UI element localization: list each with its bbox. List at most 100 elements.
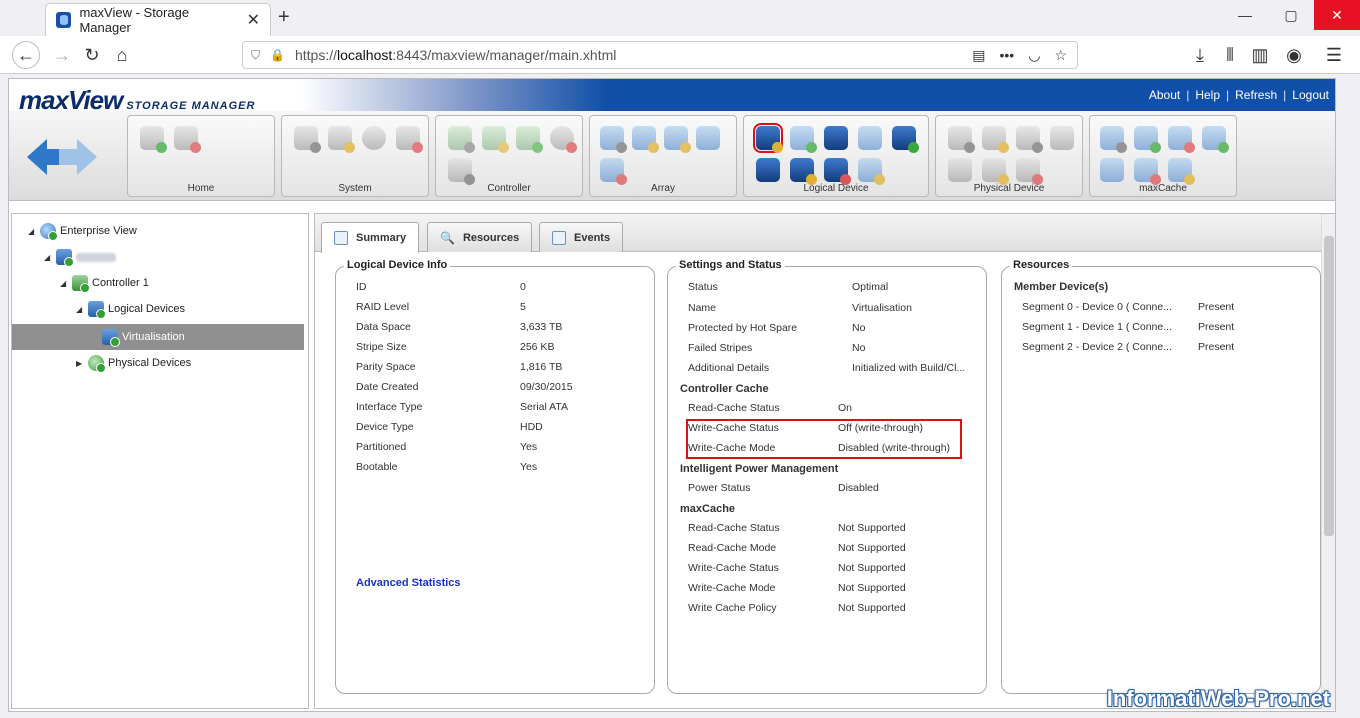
window-close-icon[interactable]: ✕ [1314, 0, 1360, 30]
about-link[interactable]: About [1149, 88, 1180, 102]
refresh-link[interactable]: Refresh [1235, 88, 1277, 102]
expanded-caret-icon[interactable]: ◢ [44, 253, 52, 262]
help-link[interactable]: Help [1195, 88, 1220, 102]
physical-device-flash-icon[interactable] [982, 158, 1009, 185]
physical-device-locate-icon[interactable] [948, 158, 972, 182]
forward-nav-icon[interactable] [59, 139, 97, 175]
group-label-array: Array [651, 183, 675, 194]
logical-device-cache-icon[interactable] [892, 126, 919, 153]
array-info-icon[interactable] [696, 126, 720, 150]
tree-node-system[interactable]: ◢ [44, 248, 116, 267]
remove-system-icon[interactable] [174, 126, 201, 153]
array-delete-icon[interactable] [600, 158, 627, 185]
url-bar[interactable]: ⛉ 🔒 https://localhost:8443/maxview/manag… [242, 41, 1078, 69]
browser-navbar: ← → ↻ ⌂ ⛉ 🔒 https://localhost:8443/maxvi… [0, 36, 1360, 74]
physical-device-power-icon[interactable] [1016, 126, 1043, 153]
system-remove-icon[interactable] [328, 126, 355, 153]
document-icon [334, 231, 348, 245]
add-system-icon[interactable] [140, 126, 167, 153]
maxcache-power-icon[interactable] [1168, 158, 1195, 185]
reader-view-icon[interactable]: ▤ [972, 47, 985, 64]
array-edit-icon[interactable] [664, 126, 691, 153]
logout-link[interactable]: Logout [1292, 88, 1329, 102]
tab-resources[interactable]: 🔍 Resources [427, 222, 533, 252]
physical-device-info-icon[interactable] [1050, 126, 1074, 150]
tree-node-physical-devices[interactable]: ▶ Physical Devices [76, 354, 191, 373]
panel-logical-device-info: Logical Device Info ID 0 RAID Level 5 Data… [335, 259, 655, 694]
search-icon: 🔍 [440, 230, 455, 245]
logical-device-expand-icon[interactable] [824, 126, 848, 150]
tab-events[interactable]: Events [539, 222, 624, 252]
logical-device-delete-icon[interactable] [824, 158, 851, 185]
controller-lock-icon[interactable] [448, 158, 475, 185]
home-icon[interactable]: ⌂ [108, 41, 136, 69]
minimize-icon[interactable]: — [1222, 0, 1268, 30]
sidebar-icon[interactable]: ▥ [1246, 41, 1274, 69]
ribbon-toolbar: Home System Controller Array Logical Dev… [9, 111, 1335, 201]
logical-devices-icon [88, 301, 106, 319]
tree-node-enterprise-view[interactable]: ◢ Enterprise View [28, 222, 137, 241]
maxcache-info-icon[interactable] [1202, 126, 1229, 153]
expanded-caret-icon[interactable]: ◢ [76, 305, 84, 314]
download-icon[interactable]: ⤓ [1186, 41, 1214, 69]
logical-device-copy-icon[interactable] [858, 126, 882, 150]
maxcache-search-icon[interactable] [1100, 158, 1124, 182]
maxcache-add-icon[interactable] [1134, 126, 1161, 153]
forward-arrow-icon[interactable]: → [48, 41, 76, 69]
back-nav-icon[interactable] [27, 139, 63, 175]
app-banner: maxView STORAGE MANAGER About | Help | Refr… [9, 79, 1335, 115]
ipm-heading: Intelligent Power Management [680, 463, 839, 475]
top-links: About | Help | Refresh | Logout [1148, 88, 1329, 102]
maximize-icon[interactable]: ▢ [1268, 0, 1314, 30]
logical-device-settings-icon[interactable] [753, 123, 783, 153]
account-icon[interactable]: ◉ [1280, 41, 1308, 69]
controller-remove-icon[interactable] [482, 126, 509, 153]
physical-device-settings-icon[interactable] [948, 126, 975, 153]
new-tab-icon[interactable]: + [278, 6, 290, 29]
more-actions-icon[interactable]: ••• [1000, 47, 1015, 64]
collapsed-caret-icon[interactable]: ▶ [76, 359, 84, 368]
group-label-home: Home [187, 183, 215, 194]
tree-node-logical-devices[interactable]: ◢ Logical Devices [76, 300, 185, 319]
menu-icon[interactable]: ☰ [1320, 41, 1348, 69]
maxview-app: maxView STORAGE MANAGER About | Help | Refr… [8, 78, 1336, 712]
controller-settings-icon[interactable] [448, 126, 475, 153]
maxcache-delete-icon[interactable] [1134, 158, 1161, 185]
physical-device-delete-icon[interactable] [1016, 158, 1043, 185]
maxcache-block-icon[interactable] [1168, 126, 1195, 153]
vertical-scrollbar[interactable] [1321, 214, 1335, 710]
expanded-caret-icon[interactable]: ◢ [28, 227, 36, 236]
array-settings-icon[interactable] [600, 126, 627, 153]
logical-device-add-icon[interactable] [790, 126, 817, 153]
logical-device-edit-icon[interactable] [790, 158, 817, 185]
scrollbar-thumb[interactable] [1324, 236, 1334, 536]
system-settings-icon[interactable] [294, 126, 321, 153]
advanced-statistics-link[interactable]: Advanced Statistics [356, 577, 461, 589]
panel-title: Settings and Status [676, 259, 785, 271]
tree-node-virtualisation[interactable]: Virtualisation [12, 324, 304, 350]
controller-search-icon[interactable] [516, 126, 543, 153]
array-remove-icon[interactable] [632, 126, 659, 153]
system-log-icon[interactable] [396, 126, 423, 153]
pocket-icon[interactable]: ◡ [1028, 47, 1040, 64]
group-label-logical-device: Logical Device [803, 183, 869, 194]
group-maxcache: maxCache [1089, 115, 1237, 197]
reload-icon[interactable]: ↻ [78, 41, 106, 69]
physical-device-remove-icon[interactable] [982, 126, 1009, 153]
logical-device-search-icon[interactable] [756, 158, 780, 182]
expanded-caret-icon[interactable]: ◢ [60, 279, 68, 288]
browser-tab[interactable]: maxView - Storage Manager ✕ [46, 4, 270, 36]
logical-device-power-icon[interactable] [858, 158, 885, 185]
write-cache-highlight-box [686, 419, 962, 459]
tab-summary[interactable]: Summary [321, 222, 420, 253]
library-icon[interactable]: ⫴ [1216, 41, 1244, 69]
enterprise-tree: ◢ Enterprise View ◢ ◢ Controller 1 ◢ Log… [11, 213, 309, 709]
maxcache-heading: maxCache [680, 503, 736, 515]
maxcache-settings-icon[interactable] [1100, 126, 1127, 153]
close-tab-icon[interactable]: ✕ [247, 10, 260, 30]
tree-node-controller[interactable]: ◢ Controller 1 [60, 274, 149, 293]
back-arrow-icon[interactable]: ← [12, 41, 40, 69]
gear-icon[interactable] [362, 126, 386, 150]
bookmark-star-icon[interactable]: ☆ [1054, 47, 1067, 64]
controller-clock-icon[interactable] [550, 126, 577, 153]
